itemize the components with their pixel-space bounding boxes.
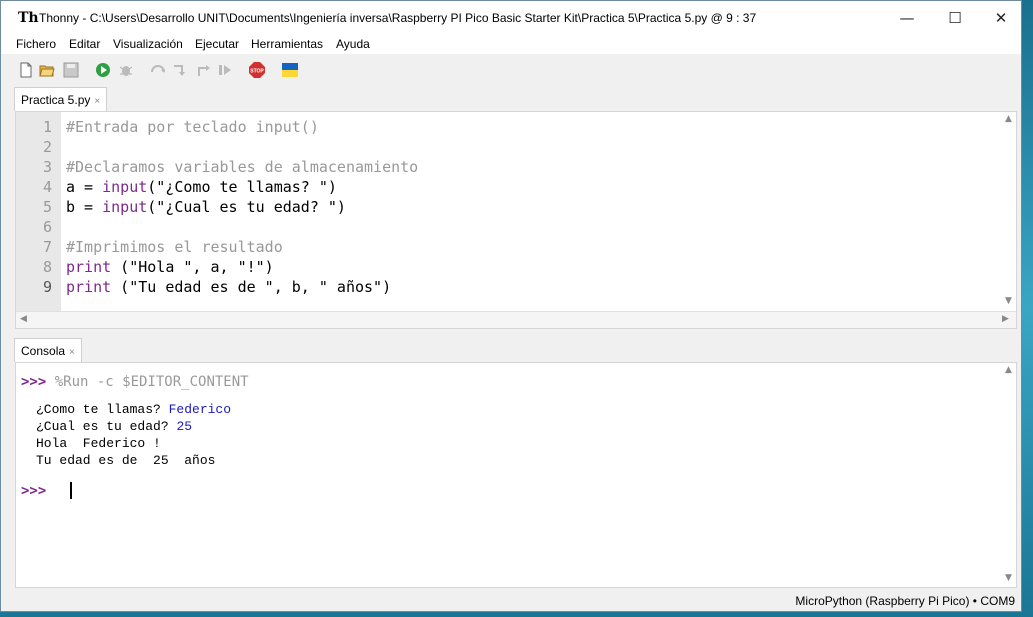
line-number: 3: [42, 158, 52, 176]
tab-label: Practica 5.py: [21, 93, 91, 107]
minimize-button[interactable]: —: [884, 1, 930, 35]
shell-output-line: ¿Cual es tu edad? 25: [36, 419, 193, 434]
menu-ayuda[interactable]: Ayuda: [336, 37, 370, 51]
line-number-gutter: 1 2 3 4 5 6 7 8 9: [16, 112, 61, 312]
new-file-icon[interactable]: [18, 62, 34, 78]
menu-visualizacion[interactable]: Visualización: [113, 37, 183, 51]
status-bar: MicroPython (Raspberry Pi Pico) • COM9: [1, 590, 1021, 611]
resume-icon[interactable]: [217, 62, 233, 78]
shell-console[interactable]: >>> %Run -c $EDITOR_CONTENT ¿Como te lla…: [15, 362, 1017, 588]
user-input: 25: [176, 419, 193, 434]
tab-close-icon[interactable]: ×: [69, 347, 75, 358]
prompt-symbol: >>>: [21, 374, 47, 390]
interpreter-status[interactable]: MicroPython (Raspberry Pi Pico) • COM9: [795, 594, 1015, 608]
step-out-icon[interactable]: [196, 62, 212, 78]
tab-label: Consola: [21, 344, 66, 358]
scroll-right-icon[interactable]: ▶: [1002, 314, 1009, 324]
tab-consola[interactable]: Consola ×: [14, 338, 82, 362]
stop-icon[interactable]: STOP: [249, 62, 265, 78]
step-over-icon[interactable]: [150, 62, 166, 78]
line-number: 7: [42, 238, 52, 256]
title-bar[interactable]: Th Thonny - C:\Users\Desarrollo UNIT\Doc…: [1, 1, 1021, 35]
toolbar: STOP: [1, 54, 1021, 86]
step-into-icon[interactable]: [172, 62, 188, 78]
line-number: 1: [42, 118, 52, 136]
scroll-down-icon[interactable]: ▼: [1005, 573, 1012, 583]
save-icon[interactable]: [63, 62, 79, 78]
maximize-button[interactable]: ☐: [932, 1, 978, 35]
ukraine-flag-icon[interactable]: [282, 62, 298, 78]
tab-close-icon[interactable]: ×: [94, 96, 100, 107]
line-number: 5: [42, 198, 52, 216]
menu-editar[interactable]: Editar: [69, 37, 100, 51]
open-file-icon[interactable]: [39, 62, 55, 78]
code-line: #Entrada por teclado input(): [66, 118, 319, 136]
run-icon[interactable]: [95, 62, 111, 78]
scroll-left-icon[interactable]: ◀: [20, 314, 27, 324]
user-input: Federico: [168, 402, 232, 417]
code-line: #Declaramos variables de almacenamiento: [66, 158, 419, 176]
thonny-logo-icon: Th: [18, 10, 39, 26]
line-number: 6: [42, 218, 52, 236]
shell-output-line: ¿Como te llamas? Federico: [36, 402, 232, 417]
menu-herramientas[interactable]: Herramientas: [251, 37, 323, 51]
text-cursor: [70, 482, 72, 499]
shell-output-line: Tu edad es de 25 años: [36, 453, 216, 468]
shell-prompt-current: >>>: [21, 483, 47, 499]
editor-vertical-scrollbar[interactable]: ▲ ▼: [1002, 112, 1016, 312]
scroll-up-icon[interactable]: ▲: [1005, 114, 1012, 124]
window-title: Thonny - C:\Users\Desarrollo UNIT\Docume…: [39, 11, 757, 25]
thonny-window: Th Thonny - C:\Users\Desarrollo UNIT\Doc…: [0, 0, 1022, 612]
code-line: b = input("¿Cual es tu edad? "): [66, 198, 346, 216]
scroll-up-icon[interactable]: ▲: [1005, 365, 1012, 375]
code-line: a = input("¿Como te llamas? "): [66, 178, 337, 196]
close-button[interactable]: ✕: [978, 1, 1024, 35]
svg-text:STOP: STOP: [250, 69, 264, 75]
shell-vertical-scrollbar[interactable]: ▲ ▼: [1002, 363, 1016, 587]
code-line: #Imprimimos el resultado: [66, 238, 283, 256]
scroll-down-icon[interactable]: ▼: [1005, 296, 1012, 306]
shell-prompt-line: >>> %Run -c $EDITOR_CONTENT: [21, 374, 249, 390]
debug-icon[interactable]: [118, 62, 134, 78]
code-editor[interactable]: 1 2 3 4 5 6 7 8 9 #Entrada por teclado i…: [15, 111, 1017, 329]
menu-bar: Fichero Editar Visualización Ejecutar He…: [1, 35, 1021, 54]
line-number: 4: [42, 178, 52, 196]
line-number: 8: [42, 258, 52, 276]
tab-practica-5[interactable]: Practica 5.py ×: [14, 87, 108, 111]
menu-ejecutar[interactable]: Ejecutar: [195, 37, 239, 51]
code-line: print ("Tu edad es de ", b, " años"): [66, 278, 392, 296]
editor-horizontal-scrollbar[interactable]: ◀ ▶: [16, 311, 1016, 328]
menu-fichero[interactable]: Fichero: [16, 37, 56, 51]
code-line: print ("Hola ", a, "!"): [66, 258, 274, 276]
run-command: %Run -c $EDITOR_CONTENT: [54, 374, 249, 390]
shell-output-line: Hola Federico !: [36, 436, 161, 451]
line-number: 2: [42, 138, 52, 156]
line-number-current: 9: [42, 278, 52, 296]
